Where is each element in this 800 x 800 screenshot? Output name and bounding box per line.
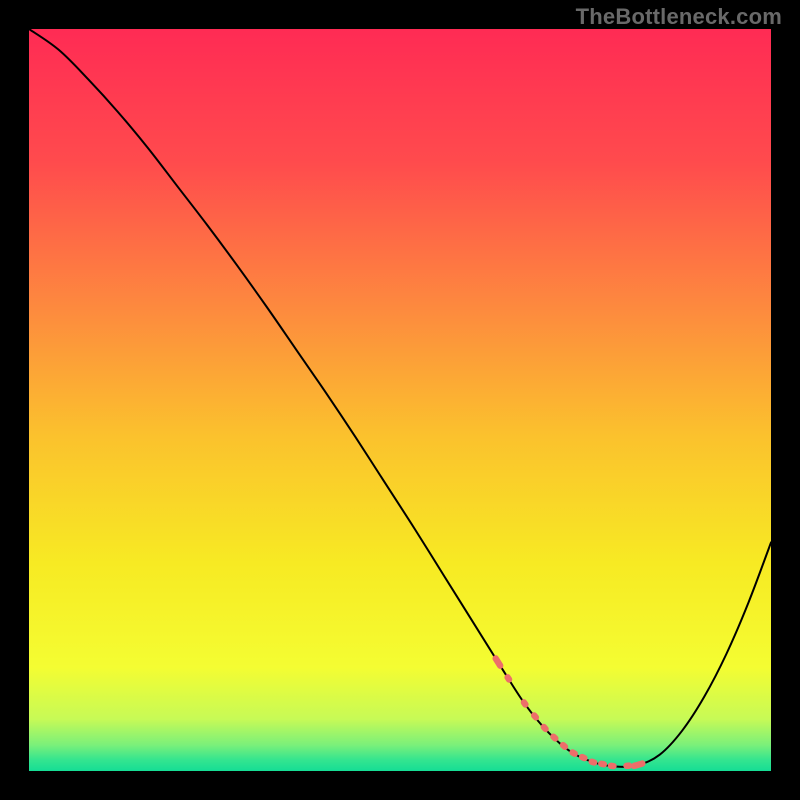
chart-frame: TheBottleneck.com <box>0 0 800 800</box>
watermark-text: TheBottleneck.com <box>576 4 782 30</box>
chart-plot <box>29 29 771 771</box>
gradient-background <box>29 29 771 771</box>
